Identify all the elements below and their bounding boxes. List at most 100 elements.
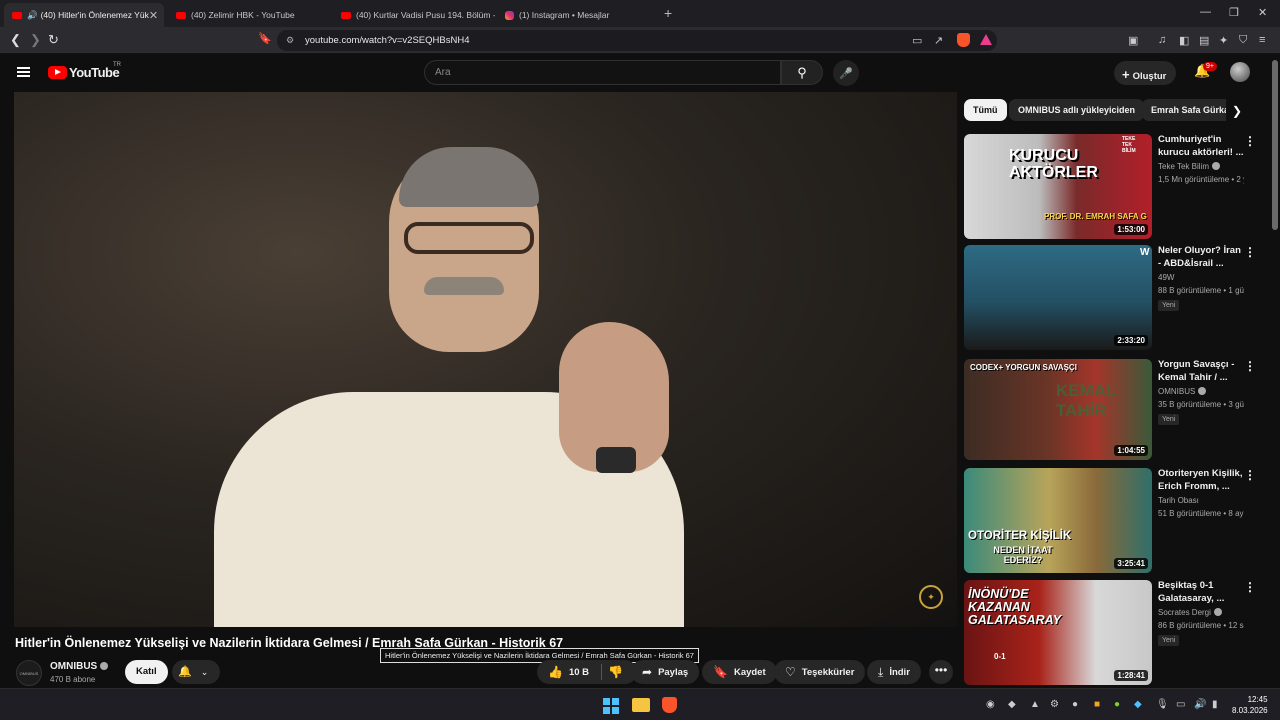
brave-browser-icon[interactable] — [662, 697, 677, 713]
vpn-shield-icon[interactable]: ⛉ — [1239, 34, 1247, 47]
wallet-icon[interactable]: ▤ — [1199, 34, 1209, 47]
notification-settings-button[interactable]: 🔔 ⌄ — [172, 660, 220, 684]
tray-app-icon[interactable]: ● — [1072, 699, 1078, 710]
network-icon[interactable]: ▭ — [1176, 699, 1185, 710]
new-badge: Yeni — [1158, 414, 1180, 425]
join-button[interactable]: Katıl — [125, 660, 168, 684]
battery-icon[interactable]: ▮ — [1212, 699, 1218, 710]
microphone-tray-icon[interactable]: 🎙 — [1156, 699, 1169, 710]
sidebar-icon[interactable]: ◧ — [1179, 34, 1189, 47]
video-thumbnail[interactable]: OTORİTER KİŞİLİK NEDEN İTAAT EDERİZ? 3:2… — [964, 468, 1152, 573]
close-window-icon[interactable]: ✕ — [1258, 6, 1267, 19]
recommendation-item[interactable]: 2:33:20 Neler Oluyor? İran - ABD&İsrail … — [964, 245, 1264, 350]
more-vertical-icon[interactable]: ⋮ — [1244, 134, 1256, 148]
browser-tab[interactable]: (1) Instagram • Mesajlar — [497, 3, 657, 27]
video-duration: 2:33:20 — [1114, 335, 1148, 346]
recommendation-title[interactable]: Otoriteryen Kişilik, Erich Fromm, ... — [1158, 468, 1244, 493]
dislike-icon[interactable]: 👎 — [608, 665, 623, 679]
tray-app-icon[interactable]: ◆ — [1008, 699, 1016, 710]
account-avatar[interactable] — [1230, 62, 1250, 82]
more-vertical-icon[interactable]: ⋮ — [1244, 580, 1256, 594]
channel-name[interactable]: OMNIBUS — [50, 661, 109, 672]
chip-from-uploader[interactable]: OMNIBUS adlı yükleyiciden — [1009, 99, 1145, 121]
media-icon[interactable]: ♫ — [1158, 34, 1166, 46]
thanks-button[interactable]: ♡ Teşekkürler — [774, 660, 866, 684]
recommendation-channel[interactable]: OMNIBUS — [1158, 387, 1207, 396]
chip-all[interactable]: Tümü — [964, 99, 1007, 121]
tray-app-icon[interactable]: ◆ — [1134, 699, 1142, 710]
brave-shields-icon[interactable] — [957, 33, 970, 47]
tray-app-icon[interactable]: ■ — [1094, 699, 1100, 710]
page-scrollbar[interactable] — [1272, 60, 1278, 230]
screenshot-icon[interactable]: ▣ — [1128, 34, 1138, 47]
volume-icon[interactable]: 🔊 — [1194, 699, 1206, 710]
recommendation-channel[interactable]: Teke Tek Bilim — [1158, 162, 1220, 171]
tray-app-icon[interactable]: ● — [1114, 699, 1120, 710]
system-clock[interactable]: 12:45 8.03.2026 — [1232, 694, 1268, 716]
bell-icon: 🔔 — [178, 666, 192, 678]
search-input[interactable]: Ara — [424, 60, 781, 85]
browser-tab[interactable]: (40) Kurtlar Vadisi Pusu 194. Bölüm - — [333, 3, 495, 27]
forward-icon[interactable]: ❯ — [30, 32, 41, 48]
bookmark-icon[interactable]: 🔖 — [258, 32, 272, 45]
minimize-icon[interactable]: — — [1200, 6, 1211, 18]
reload-icon[interactable]: ↻ — [48, 32, 59, 48]
recommendation-channel[interactable]: Tarih Obası — [1158, 496, 1199, 505]
restore-icon[interactable]: ❐ — [1229, 6, 1239, 19]
video-thumbnail[interactable]: KURUCU AKTÖRLER PROF. DR. EMRAH SAFA G T… — [964, 134, 1152, 239]
create-button[interactable]: + Oluştur — [1114, 61, 1177, 85]
channel-watermark-icon[interactable]: ✦ — [919, 585, 943, 609]
cast-icon[interactable]: ▭ — [912, 34, 922, 47]
recommendation-item[interactable]: CODEX+ YORGUN SAVAŞÇI KEMAL TAHİR 1:04:5… — [964, 359, 1264, 464]
chevron-right-icon[interactable]: ❯ — [1232, 104, 1242, 118]
video-thumbnail[interactable]: CODEX+ YORGUN SAVAŞÇI KEMAL TAHİR 1:04:5… — [964, 359, 1152, 460]
thumbnail-subtitle: KEMAL TAHİR — [1056, 381, 1117, 420]
more-vertical-icon[interactable]: ⋮ — [1244, 359, 1256, 373]
tray-app-icon[interactable]: ⚙ — [1050, 699, 1059, 710]
thumbnail-channel-mark: TEKE TEK BİLİM — [1122, 136, 1136, 154]
like-icon[interactable]: 👍 — [548, 665, 563, 679]
share-button[interactable]: ➦ Paylaş — [631, 660, 700, 684]
browser-tab[interactable]: 🔊 (40) Hitler'in Önlenemez Yük ✕ — [4, 3, 164, 27]
recommendation-item[interactable]: OTORİTER KİŞİLİK NEDEN İTAAT EDERİZ? 3:2… — [964, 468, 1264, 573]
tray-app-icon[interactable]: ◉ — [986, 699, 995, 710]
hamburger-menu-icon[interactable] — [17, 67, 30, 77]
tab-label: (40) Hitler'in Önlenemez Yük — [40, 10, 149, 20]
speaker-icon[interactable]: 🔊 — [27, 10, 38, 21]
download-button[interactable]: ⤓ İndir — [867, 660, 921, 684]
recommendation-title[interactable]: Cumhuriyet'in kurucu aktörleri! ... — [1158, 134, 1244, 159]
recommendation-title[interactable]: Beşiktaş 0-1 Galatasaray, ... — [1158, 580, 1244, 605]
file-explorer-icon[interactable] — [632, 698, 650, 712]
more-vertical-icon[interactable]: ⋮ — [1244, 468, 1256, 482]
channel-avatar[interactable]: OMNIBUS — [16, 660, 42, 686]
tray-app-icon[interactable]: ▲ — [1030, 699, 1040, 710]
video-thumbnail[interactable]: 2:33:20 — [964, 245, 1152, 350]
voice-search-button[interactable]: 🎤 — [833, 60, 859, 86]
site-info-icon[interactable]: ⚙ — [286, 35, 294, 46]
like-count[interactable]: 10 B — [569, 667, 589, 678]
recommendation-channel[interactable]: Socrates Dergi — [1158, 608, 1222, 617]
brave-rewards-icon[interactable] — [980, 34, 992, 45]
recommendation-title[interactable]: Yorgun Savaşçı - Kemal Tahir / ... — [1158, 359, 1244, 384]
youtube-logo[interactable]: YouTube — [48, 65, 120, 80]
recommendation-channel[interactable]: 49W — [1158, 273, 1174, 282]
back-icon[interactable]: ❮ — [10, 32, 21, 48]
menu-icon[interactable]: ≡ — [1259, 34, 1265, 46]
new-tab-icon[interactable]: + — [664, 5, 672, 21]
leo-ai-icon[interactable]: ✦ — [1219, 34, 1228, 47]
more-vertical-icon[interactable]: ⋮ — [1244, 245, 1256, 259]
video-player[interactable]: ✦ — [14, 92, 957, 627]
close-tab-icon[interactable]: ✕ — [149, 9, 158, 22]
recommendation-title[interactable]: Neler Oluyor? İran - ABD&İsrail ... — [1158, 245, 1244, 270]
browser-tab[interactable]: (40) Zelimir HBK - YouTube — [168, 3, 330, 27]
windows-start-icon[interactable] — [603, 698, 619, 714]
chip-related[interactable]: Emrah Safa Gürkan — [1142, 99, 1226, 121]
search-button[interactable]: ⚲ — [781, 60, 823, 85]
more-actions-button[interactable]: ••• — [929, 660, 953, 684]
recommendation-item[interactable]: KURUCU AKTÖRLER PROF. DR. EMRAH SAFA G T… — [964, 134, 1264, 239]
save-button[interactable]: 🔖 Kaydet — [702, 660, 777, 684]
video-thumbnail[interactable]: İNÖNÜ'DE KAZANAN GALATASARAY 0-1 1:28:41 — [964, 580, 1152, 685]
url-field[interactable]: youtube.com/watch?v=v2SEQHBsNH4 — [277, 30, 997, 51]
share-page-icon[interactable]: ↗ — [934, 34, 943, 47]
recommendation-item[interactable]: İNÖNÜ'DE KAZANAN GALATASARAY 0-1 1:28:41… — [964, 580, 1264, 685]
